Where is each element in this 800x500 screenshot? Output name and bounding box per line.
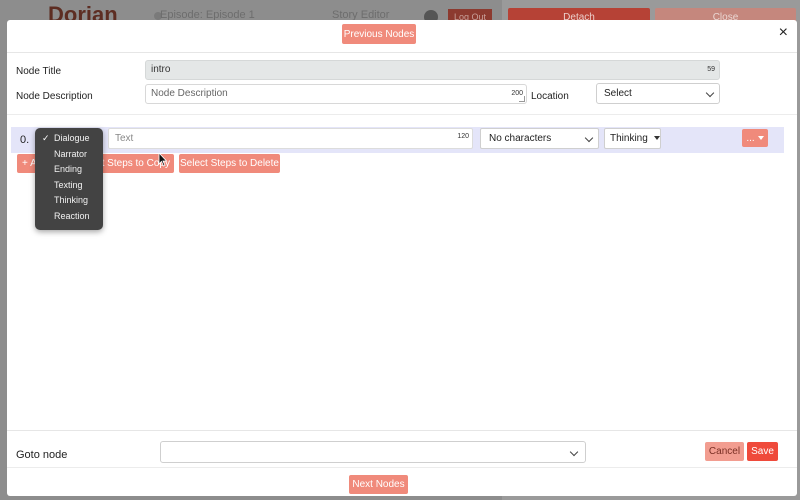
- menu-item-label: Ending: [54, 164, 83, 175]
- goto-node-label: Goto node: [16, 449, 68, 461]
- previous-nodes-button[interactable]: Previous Nodes: [342, 24, 416, 44]
- menu-item-ending[interactable]: Ending: [35, 162, 103, 178]
- characters-value: No characters: [489, 133, 552, 144]
- step-text-counter: 120: [457, 133, 469, 140]
- more-label: ...: [746, 132, 755, 144]
- node-title-value: intro: [151, 64, 171, 75]
- checkmark-icon: ✓: [42, 133, 50, 143]
- footer-divider: [7, 467, 797, 468]
- step-text-placeholder: Text: [115, 133, 134, 144]
- menu-item-label: Thinking: [54, 195, 89, 206]
- menu-item-narrator[interactable]: Narrator: [35, 147, 103, 163]
- step-row: 0. Text 120 No characters Thinking ...: [11, 127, 784, 153]
- node-editor-modal: × Previous Nodes Node Title intro 59 Nod…: [7, 20, 797, 496]
- chevron-down-icon: [705, 88, 715, 98]
- node-description-label: Node Description: [16, 91, 93, 102]
- menu-item-thinking[interactable]: Thinking: [35, 193, 103, 209]
- chevron-down-icon: [584, 133, 594, 143]
- header-divider: [7, 52, 797, 53]
- menu-item-texting[interactable]: Texting: [35, 178, 103, 194]
- node-title-counter: 59: [707, 66, 715, 73]
- menu-item-reaction[interactable]: Reaction: [35, 209, 103, 225]
- mouse-cursor-icon: [158, 153, 168, 167]
- caret-down-icon: [757, 136, 764, 140]
- location-label: Location: [531, 91, 569, 102]
- menu-item-label: Texting: [54, 179, 83, 190]
- close-icon[interactable]: ×: [779, 25, 788, 41]
- thinking-label: Thinking: [610, 133, 648, 144]
- footer-top-divider: [7, 430, 797, 431]
- node-description-placeholder: Node Description: [151, 88, 228, 99]
- node-description-input[interactable]: Node Description 200: [145, 84, 527, 104]
- location-value: Select: [604, 88, 632, 99]
- menu-item-dialogue[interactable]: ✓ Dialogue: [35, 131, 103, 147]
- caret-down-icon: [653, 136, 660, 141]
- goto-node-select[interactable]: [160, 441, 586, 463]
- resize-grip-icon[interactable]: [519, 96, 525, 102]
- next-nodes-button[interactable]: Next Nodes: [349, 475, 408, 494]
- step-type-menu: ✓ Dialogue Narrator Ending Texting Think…: [35, 128, 103, 230]
- cancel-button[interactable]: Cancel: [705, 442, 744, 461]
- menu-item-label: Reaction: [54, 210, 90, 221]
- save-button[interactable]: Save: [747, 442, 778, 461]
- select-steps-to-delete-button[interactable]: Select Steps to Delete: [179, 154, 280, 173]
- chevron-down-icon: [569, 447, 579, 457]
- step-text-input[interactable]: Text 120: [108, 128, 473, 149]
- menu-item-label: Dialogue: [54, 133, 90, 143]
- thinking-dropdown[interactable]: Thinking: [604, 128, 661, 149]
- section-divider: [7, 114, 797, 115]
- step-number: 0.: [20, 134, 30, 146]
- menu-item-label: Narrator: [54, 148, 88, 159]
- node-title-input[interactable]: intro 59: [145, 60, 720, 80]
- node-title-label: Node Title: [16, 66, 62, 77]
- more-options-button[interactable]: ...: [742, 129, 768, 147]
- location-select[interactable]: Select: [596, 83, 720, 104]
- characters-select[interactable]: No characters: [480, 128, 599, 149]
